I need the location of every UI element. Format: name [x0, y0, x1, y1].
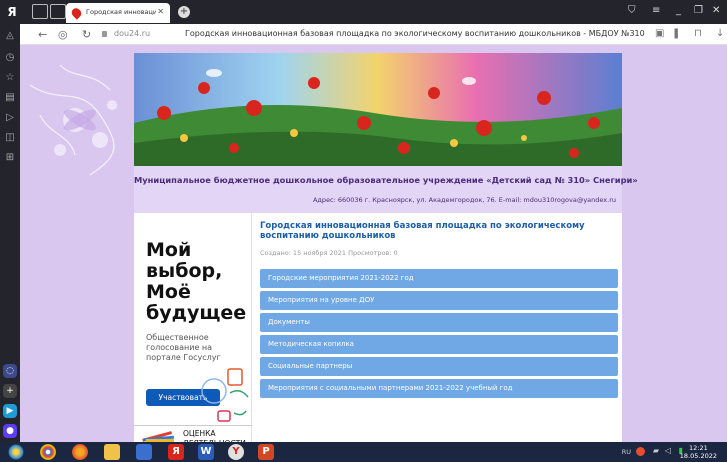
- left-sidebar: Мой выбор, Моё будущее Общественное голо…: [134, 213, 252, 442]
- lock-icon[interactable]: [102, 31, 107, 37]
- tabs-overview-icon[interactable]: [50, 4, 66, 19]
- gosuslugi-illustration-icon: [201, 368, 249, 422]
- firefox-icon[interactable]: [72, 444, 88, 460]
- taskbar: Я W Y P RU ▰ ◁ ▮ 12:21 18.05.2022: [0, 442, 727, 462]
- clock-date: 18.05.2022: [679, 452, 717, 460]
- organization-header: Муниципальное бюджетное дошкольное образ…: [134, 166, 638, 213]
- content-column: Муниципальное бюджетное дошкольное образ…: [134, 53, 638, 442]
- gallery-icon[interactable]: ◫: [4, 132, 16, 144]
- new-tab-button[interactable]: +: [178, 6, 190, 18]
- chrome-icon[interactable]: [40, 444, 56, 460]
- organization-name: Муниципальное бюджетное дошкольное образ…: [134, 175, 638, 185]
- menu-item[interactable]: Городские мероприятия 2021-2022 год: [260, 269, 618, 288]
- url-field[interactable]: dou24.ru: [114, 29, 150, 38]
- web-page: Муниципальное бюджетное дошкольное образ…: [20, 45, 727, 442]
- extensions-icon[interactable]: ⊓: [694, 28, 702, 39]
- alice-app-icon[interactable]: ●: [3, 424, 17, 438]
- menu-item[interactable]: Мероприятия на уровне ДОУ: [260, 291, 618, 310]
- page-title[interactable]: Городская инновационная базовая площадка…: [185, 29, 645, 38]
- system-tray: RU ▰ ◁ ▮ 12:21 18.05.2022: [607, 442, 727, 462]
- gosuslugi-banner[interactable]: Мой выбор, Моё будущее Общественное голо…: [134, 213, 252, 425]
- yandex-icon[interactable]: Y: [228, 444, 244, 460]
- browser-tab-bar: Я Городская инновацио ✕ + ⛉ ≡ _ ❐ ✕: [0, 0, 727, 24]
- favorites-icon[interactable]: ☆: [4, 72, 16, 84]
- yandex-logo-icon[interactable]: Я: [5, 5, 19, 19]
- section-menu: Городские мероприятия 2021-2022 год Меро…: [260, 269, 618, 401]
- menu-icon[interactable]: ≡: [652, 5, 660, 16]
- file-explorer-icon[interactable]: [104, 444, 120, 460]
- reload-icon[interactable]: ↻: [82, 28, 91, 41]
- tray-app-icon[interactable]: [636, 447, 645, 456]
- language-indicator[interactable]: RU: [622, 448, 631, 456]
- rating-widget[interactable]: ОЦЕНКА ДЕЯТЕЛЬНОСТИ: [134, 425, 252, 442]
- floral-decoration: [29, 64, 117, 176]
- site-favicon-icon: [69, 6, 84, 20]
- alice-icon[interactable]: ◬: [4, 30, 16, 42]
- close-window-icon[interactable]: ✕: [712, 5, 720, 16]
- collections-icon[interactable]: ▤: [4, 92, 16, 104]
- media-player-icon[interactable]: [136, 444, 152, 460]
- start-button-icon[interactable]: [8, 444, 24, 460]
- restore-icon[interactable]: ❐: [694, 5, 703, 16]
- clock-time: 12:21: [689, 444, 708, 452]
- app-icon[interactable]: ◌: [3, 364, 17, 378]
- network-icon[interactable]: ▰: [653, 446, 659, 455]
- header-banner-image: [134, 53, 622, 166]
- organization-address: Адрес: 660036 г. Красноярск, ул. Академг…: [312, 196, 616, 204]
- menu-item[interactable]: Мероприятия с социальными партнерами 202…: [260, 379, 618, 398]
- main-content: Городская инновационная базовая площадка…: [256, 213, 622, 442]
- reader-icon[interactable]: ▣: [655, 28, 664, 39]
- browser-sidebar: ◬ ◷ ☆ ▤ ▷ ◫ ⊞ ◌ + ▶ ●: [0, 24, 20, 442]
- messenger-icon[interactable]: ▶: [3, 404, 17, 418]
- apps-grid-icon[interactable]: ⊞: [4, 152, 16, 164]
- tab-active[interactable]: Городская инновацио ✕: [66, 3, 170, 23]
- menu-item[interactable]: Методическая копилка: [260, 335, 618, 354]
- yandex-browser-icon[interactable]: Я: [168, 444, 184, 460]
- address-bar: ← ◎ ↻ dou24.ru Городская инновационная б…: [0, 24, 727, 45]
- rating-label: ОЦЕНКА ДЕЯТЕЛЬНОСТИ: [183, 429, 246, 442]
- gosuslugi-headline: Мой выбор, Моё будущее: [146, 239, 247, 324]
- gosuslugi-subtitle: Общественное голосование на портале Госу…: [146, 333, 221, 362]
- powerpoint-icon[interactable]: P: [258, 444, 274, 460]
- download-icon[interactable]: ↓: [716, 28, 724, 39]
- add-app-icon[interactable]: +: [3, 384, 17, 398]
- system-clock[interactable]: 12:21 18.05.2022: [680, 444, 717, 460]
- home-icon[interactable]: [32, 4, 48, 19]
- protect-icon[interactable]: ◎: [58, 28, 68, 41]
- word-icon[interactable]: W: [198, 444, 214, 460]
- bookmark-icon[interactable]: ❚: [672, 28, 680, 39]
- volume-icon[interactable]: ◁: [665, 446, 671, 455]
- tab-close-button[interactable]: ✕: [157, 7, 164, 16]
- media-icon[interactable]: ▷: [4, 112, 16, 124]
- tab-title: Городская инновацио: [86, 8, 156, 16]
- menu-item[interactable]: Социальные партнеры: [260, 357, 618, 376]
- history-icon[interactable]: ◷: [4, 52, 16, 64]
- minimize-icon[interactable]: _: [676, 5, 681, 16]
- profile-icon[interactable]: ⛉: [628, 5, 636, 16]
- back-icon[interactable]: ←: [38, 28, 47, 41]
- menu-item[interactable]: Документы: [260, 313, 618, 332]
- pencils-icon: [142, 431, 175, 442]
- article-title[interactable]: Городская инновационная базовая площадка…: [260, 221, 610, 241]
- article-meta: Создано: 15 ноября 2021 Просмотров: 0: [260, 249, 398, 257]
